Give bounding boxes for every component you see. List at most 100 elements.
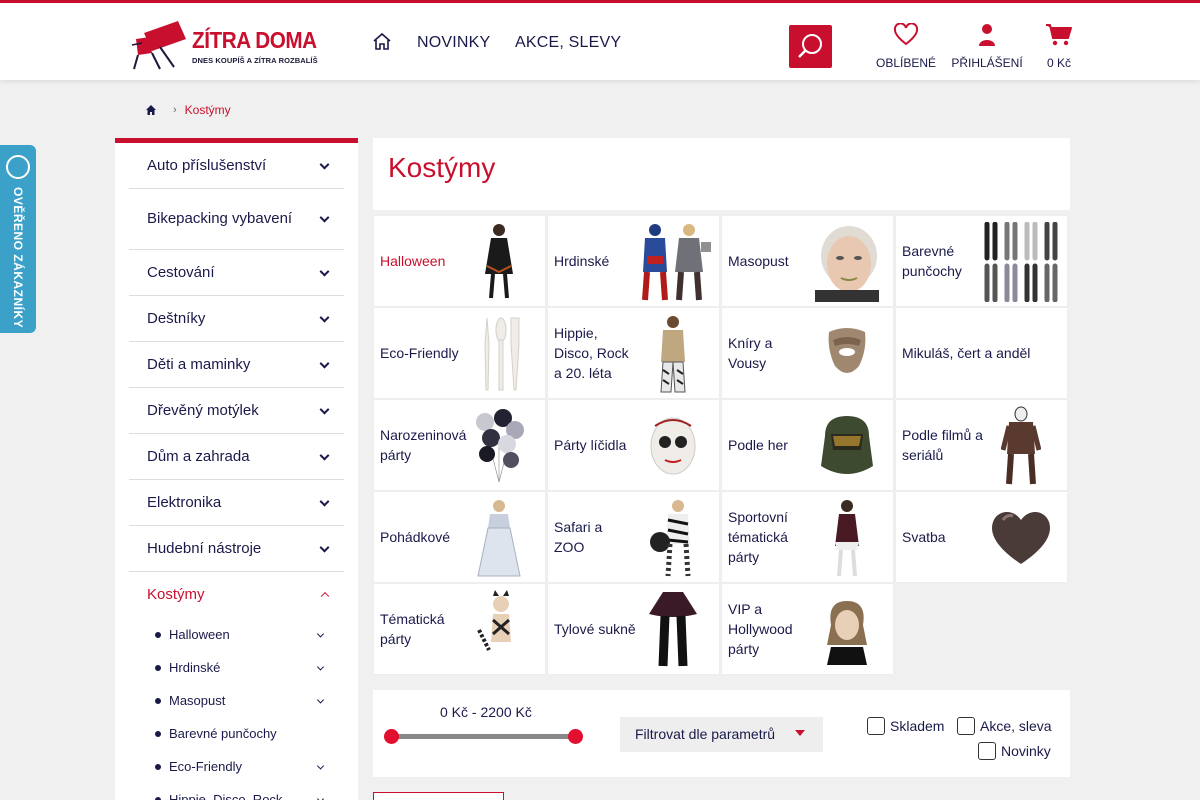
chevron-down-icon[interactable]: [319, 212, 330, 223]
sale-checkbox[interactable]: Akce, sleva: [957, 717, 1052, 735]
tile-safari[interactable]: Safari a ZOO: [547, 491, 720, 583]
chevron-down-icon[interactable]: [316, 629, 325, 638]
category-sidebar: Auto příslušenství Bikepacking vybavení …: [115, 138, 358, 800]
sidebar-item-motylek[interactable]: Dřevěný motýlek: [129, 388, 344, 434]
chevron-down-icon[interactable]: [319, 450, 330, 461]
tile-kniry-vousy[interactable]: Kníry a Vousy: [721, 307, 894, 399]
tile-narozeninova[interactable]: Narozeninová párty: [373, 399, 546, 491]
tile-hippie[interactable]: Hippie, Disco, Rock a 20. léta: [547, 307, 720, 399]
sidebar-subitem-eco[interactable]: Eco-Friendly: [155, 750, 358, 783]
tile-pohadkove[interactable]: Pohádkové: [373, 491, 546, 583]
tile-label: Barevné punčochy: [902, 243, 962, 279]
verified-text: OVĚŘENO ZÁKAZNÍKY: [11, 187, 25, 329]
chevron-down-icon[interactable]: [316, 695, 325, 704]
sidebar-item-dum[interactable]: Dům a zahrada: [129, 434, 344, 480]
tile-hrdinske[interactable]: Hrdinské: [547, 215, 720, 307]
sidebar-item-label: Dřevěný motýlek: [147, 401, 259, 419]
new-checkbox[interactable]: Novinky: [978, 742, 1051, 760]
home-icon[interactable]: [372, 32, 392, 52]
bullet-icon: [155, 796, 161, 800]
tile-tylove-sukne[interactable]: Tylové sukně: [547, 583, 720, 675]
chevron-down-icon[interactable]: [319, 159, 330, 170]
tile-image: [807, 406, 887, 486]
search-button[interactable]: [789, 25, 832, 68]
tile-podle-filmu[interactable]: Podle filmů a seriálů: [895, 399, 1068, 491]
sidebar-subitem-masopust[interactable]: Masopust: [155, 684, 358, 717]
sidebar-item-label: Děti a maminky: [147, 355, 251, 373]
chevron-down-icon[interactable]: [316, 761, 325, 770]
tile-image: [459, 314, 539, 394]
tile-mikulas[interactable]: Mikuláš, čert a anděl: [895, 307, 1068, 399]
login-label: PŘIHLÁŠENÍ: [951, 56, 1023, 70]
chevron-down-icon[interactable]: [319, 266, 330, 277]
chevron-down-icon[interactable]: [316, 794, 325, 800]
bullet-icon: [155, 730, 161, 737]
price-slider-max-handle[interactable]: [568, 729, 583, 744]
sidebar-subitem-hrdinske[interactable]: Hrdinské: [155, 651, 358, 684]
tile-label: Safari a ZOO: [554, 519, 603, 555]
tile-halloween[interactable]: Halloween: [373, 215, 546, 307]
chevron-down-icon[interactable]: [319, 358, 330, 369]
checkbox-box[interactable]: [978, 742, 996, 760]
breadcrumb-home-icon[interactable]: [145, 104, 157, 116]
sidebar-item-destniky[interactable]: Deštníky: [129, 296, 344, 342]
chevron-down-icon[interactable]: [316, 662, 325, 671]
sidebar-item-cestovani[interactable]: Cestování: [129, 250, 344, 296]
login-button[interactable]: PŘIHLÁŠENÍ: [947, 23, 1027, 70]
tile-eco-friendly[interactable]: Eco-Friendly: [373, 307, 546, 399]
nav-akce-slevy[interactable]: AKCE, SLEVY: [515, 34, 621, 52]
sidebar-item-label: Dům a zahrada: [147, 447, 250, 465]
checkbox-box[interactable]: [867, 717, 885, 735]
sidebar-item-kostymy[interactable]: Kostýmy: [129, 572, 344, 618]
sidebar-subitem-label: Barevné punčochy: [169, 726, 277, 741]
logo[interactable]: ZÍTRA DOMA DNES KOUPÍŠ A ZÍTRA ROZBALÍŠ: [130, 19, 318, 71]
favorites-button[interactable]: OBLÍBENÉ: [866, 22, 946, 70]
nav-novinky[interactable]: NOVINKY: [417, 34, 490, 52]
tile-barevne-puncochy[interactable]: Barevné punčochy: [895, 215, 1068, 307]
tile-label: Hrdinské: [554, 253, 610, 269]
new-checkbox-label: Novinky: [1001, 743, 1051, 759]
parameter-filter-select[interactable]: Filtrovat dle parametrů: [620, 717, 823, 752]
sidebar-item-auto[interactable]: Auto příslušenství: [129, 143, 344, 189]
tile-svatba[interactable]: Svatba: [895, 491, 1068, 583]
stock-checkbox[interactable]: Skladem: [867, 717, 944, 735]
tile-label: Podle her: [728, 437, 788, 453]
chevron-down-icon[interactable]: [319, 542, 330, 553]
tile-image: [459, 498, 539, 578]
bullet-icon: [155, 664, 161, 671]
chevron-down-icon[interactable]: [319, 404, 330, 415]
sidebar-subitem-halloween[interactable]: Halloween: [155, 618, 358, 651]
sidebar-item-hudebni[interactable]: Hudební nástroje: [129, 526, 344, 572]
sidebar-subitem-hippie[interactable]: Hippie, Disco, Rock: [155, 783, 358, 800]
verified-badge[interactable]: OVĚŘENO ZÁKAZNÍKY: [0, 145, 36, 333]
sidebar-item-label: Deštníky: [147, 309, 206, 327]
tile-label: Tylové sukně: [554, 621, 636, 637]
tile-party-licidla[interactable]: Párty líčidla: [547, 399, 720, 491]
sort-button-partial[interactable]: [373, 792, 504, 800]
tile-sportovni[interactable]: Sportovní tématická párty: [721, 491, 894, 583]
chevron-down-icon[interactable]: [319, 496, 330, 507]
tile-podle-her[interactable]: Podle her: [721, 399, 894, 491]
subcategory-grid: Halloween Hrdinské Masopust Barevné punč…: [373, 215, 1070, 675]
sidebar-subitem-puncochy[interactable]: Barevné punčochy: [155, 717, 358, 750]
tile-label: Halloween: [380, 253, 446, 269]
sidebar-item-elektronika[interactable]: Elektronika: [129, 480, 344, 526]
tile-tematicka[interactable]: Tématická párty: [373, 583, 546, 675]
tile-label: Svatba: [902, 529, 946, 545]
price-slider-track[interactable]: [391, 734, 577, 739]
sidebar-item-bikepacking[interactable]: Bikepacking vybavení: [129, 189, 344, 250]
tile-image: [981, 222, 1061, 302]
tile-image: [633, 406, 713, 486]
checkbox-box[interactable]: [957, 717, 975, 735]
tile-image: [633, 498, 713, 578]
tile-masopust[interactable]: Masopust: [721, 215, 894, 307]
sidebar-item-deti[interactable]: Děti a maminky: [129, 342, 344, 388]
chevron-up-icon[interactable]: [320, 591, 330, 601]
price-slider-min-handle[interactable]: [384, 729, 399, 744]
sidebar-subitem-label: Hrdinské: [169, 660, 221, 675]
chevron-down-icon[interactable]: [319, 312, 330, 323]
tile-vip-hollywood[interactable]: VIP a Hollywood párty: [721, 583, 894, 675]
tile-image: [981, 406, 1061, 486]
cart-button[interactable]: 0 Kč: [1019, 23, 1099, 70]
tile-image: [807, 222, 887, 302]
